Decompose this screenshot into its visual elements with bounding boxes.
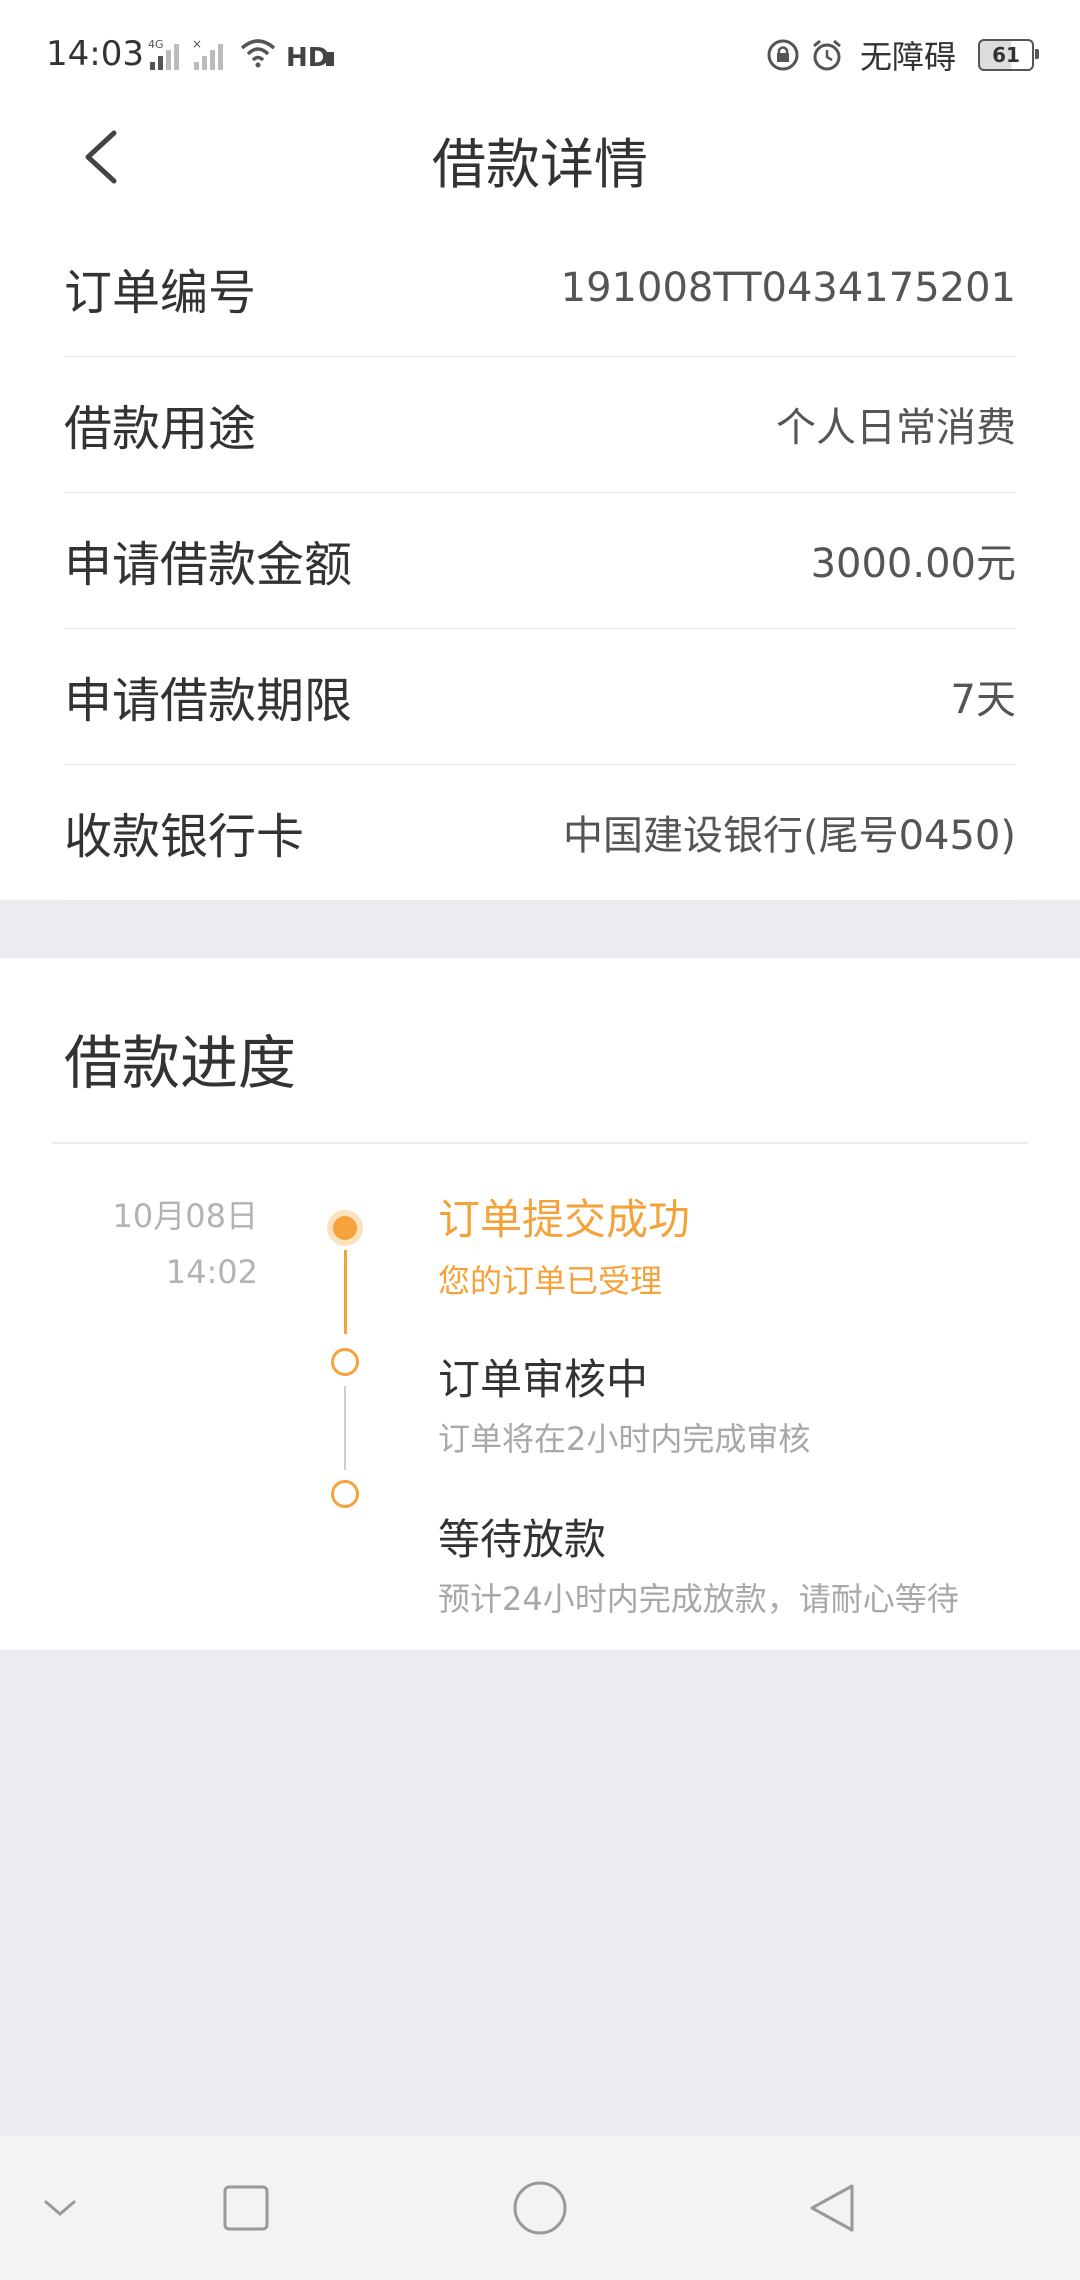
step-time: 14:02 (165, 1253, 258, 1291)
timeline-dot-pending (331, 1348, 359, 1376)
progress-title: 借款进度 (64, 1029, 297, 1097)
home-button[interactable] (504, 2172, 576, 2244)
loan-amount-row: 申请借款金额 3000.00元 (64, 492, 1016, 629)
square-icon (223, 2185, 269, 2231)
svg-text:×: × (192, 38, 202, 51)
page-title: 借款详情 (432, 133, 648, 196)
svg-text:4G: 4G (148, 38, 164, 51)
timeline-line-done (344, 1250, 347, 1334)
hd-icon: HD (286, 43, 334, 70)
signal-x-icon: × (192, 38, 223, 70)
order-number-label: 订单编号 (64, 265, 257, 321)
back-nav-button[interactable] (796, 2172, 868, 2244)
loan-term-value: 7天 (950, 677, 1016, 723)
wifi-icon (240, 39, 276, 68)
chevron-down-icon (44, 2200, 76, 2216)
order-number-row: 订单编号 191008TT0434175201 (64, 220, 1016, 357)
battery-level: 61 (992, 43, 1020, 67)
timeline-dot-pending (331, 1480, 359, 1508)
loan-purpose-label: 借款用途 (64, 401, 257, 457)
step-date: 10月08日 (112, 1197, 258, 1235)
step-timestamp: 10月08日 14:02 (113, 1188, 258, 1300)
battery-icon: 61 (978, 39, 1039, 71)
lock-rotation-icon (767, 39, 799, 71)
bank-card-label: 收款银行卡 (64, 809, 305, 865)
loan-term-row: 申请借款期限 7天 (64, 628, 1016, 765)
loan-info-card: 订单编号 191008TT0434175201 借款用途 个人日常消费 申请借款… (0, 220, 1080, 901)
accessibility-label: 无障碍 (859, 38, 956, 76)
loan-term-label: 申请借款期限 (64, 673, 353, 729)
loan-purpose-row: 借款用途 个人日常消费 (64, 356, 1016, 493)
bank-card-value: 中国建设银行(尾号0450) (562, 813, 1016, 859)
loan-purpose-value: 个人日常消费 (776, 405, 1016, 451)
timeline-dot-done (333, 1216, 357, 1240)
status-time: 14:03 (46, 34, 144, 74)
step-desc: 订单将在2小时内完成审核 (438, 1420, 811, 1458)
signal-4g-icon: 4G (148, 38, 179, 70)
divider (52, 1142, 1028, 1144)
loan-amount-value: 3000.00元 (810, 541, 1016, 587)
loan-amount-label: 申请借款金额 (64, 537, 353, 593)
system-nav-bar (0, 2136, 1080, 2280)
alarm-icon (813, 39, 841, 71)
circle-icon (513, 2181, 567, 2235)
step-desc: 您的订单已受理 (438, 1262, 663, 1300)
step-desc: 预计24小时内完成放款，请耐心等待 (438, 1580, 959, 1618)
svg-text:HD: HD (286, 43, 329, 70)
recents-button[interactable] (210, 2172, 282, 2244)
hide-nav-button[interactable] (24, 2172, 96, 2244)
bank-card-row: 收款银行卡 中国建设银行(尾号0450) (64, 764, 1016, 901)
step-title: 订单审核中 (438, 1355, 649, 1404)
step-title: 等待放款 (438, 1515, 607, 1564)
order-number-value: 191008TT0434175201 (560, 265, 1016, 311)
loan-progress-card: 借款进度 10月08日 14:02 订单提交成功 您的订单已受理 订单审核中 订… (0, 958, 1080, 1650)
timeline-line-pending (344, 1386, 346, 1470)
step-title: 订单提交成功 (438, 1195, 691, 1244)
status-bar: 14:03 4G × HD 无障碍 61 (0, 0, 1080, 110)
status-right-group: 无障碍 61 (766, 32, 1039, 78)
triangle-back-icon (810, 2184, 854, 2232)
